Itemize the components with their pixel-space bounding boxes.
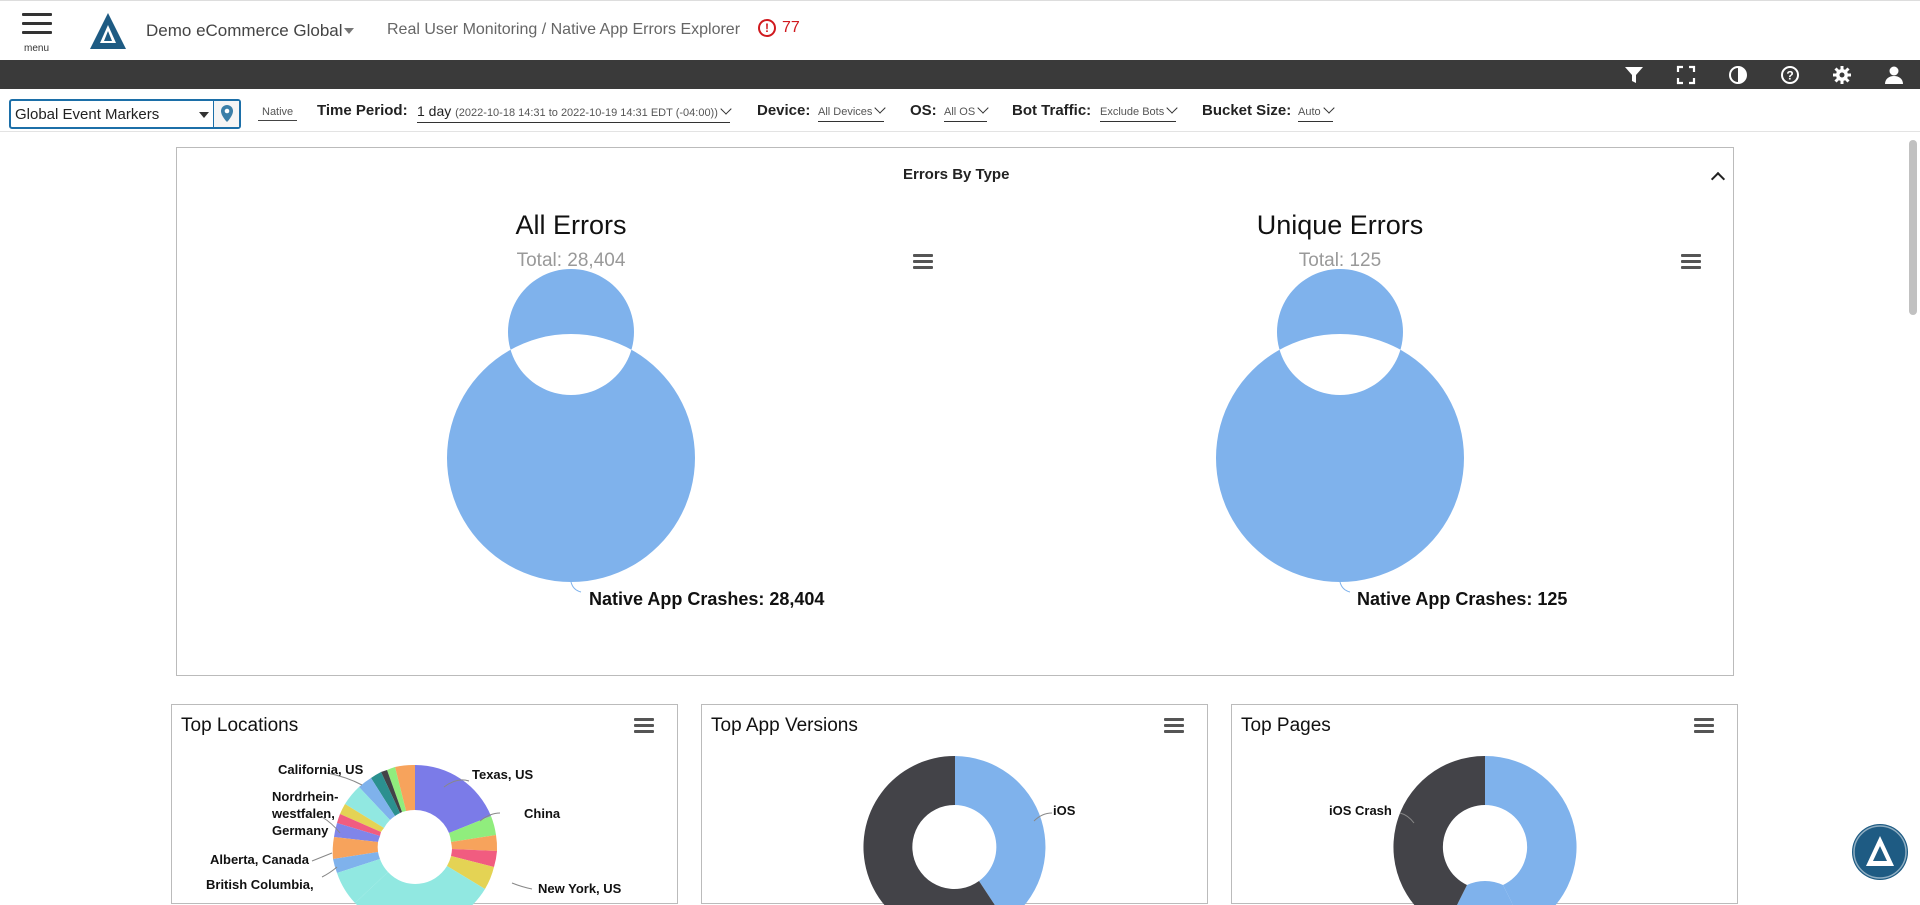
donut-label-connector (1339, 581, 1351, 593)
location-label-nordrhein-3: Germany (272, 823, 329, 838)
alerts-badge[interactable]: ! 77 (758, 19, 800, 37)
toolbar: ? (0, 60, 1920, 89)
assistant-logo-icon (1853, 825, 1907, 879)
chevron-down-icon (1166, 102, 1178, 114)
alert-count: 77 (782, 19, 800, 36)
app-logo[interactable] (86, 11, 130, 51)
errors-by-type-panel: Errors By Type All Errors Total: 28,404 … (176, 147, 1734, 676)
unique-errors-slice-label: Native App Crashes: 125 (1357, 589, 1568, 609)
svg-text:?: ? (1786, 69, 1793, 83)
top-locations-donut[interactable] (172, 705, 679, 905)
event-markers-select[interactable]: Global Event Markers (9, 99, 241, 129)
filter-icon[interactable] (1624, 65, 1644, 85)
location-label-china: China (524, 806, 561, 821)
top-pages-panel: Top Pages iOS Crash (1231, 704, 1739, 905)
chevron-down-icon (874, 102, 887, 114)
device-select[interactable]: All Devices (818, 102, 887, 122)
chevron-down-icon (199, 112, 209, 118)
alert-icon: ! (758, 19, 776, 37)
menu-button[interactable]: menu (20, 13, 56, 54)
event-markers-value: Global Event Markers (15, 106, 160, 123)
breadcrumb: Real User Monitoring / Native App Errors… (387, 21, 741, 38)
map-pin-icon (221, 105, 233, 122)
bucket-size-label: Bucket Size: (1202, 102, 1292, 119)
bucket-size-select[interactable]: Auto (1298, 102, 1335, 122)
unique-errors-donut[interactable] (1215, 269, 1464, 593)
all-errors-slice-label: Native App Crashes: 28,404 (589, 589, 825, 609)
location-label-new-york: New York, US (538, 881, 622, 896)
time-period-value: 1 day (417, 103, 452, 119)
location-label-nordrhein: Nordrhein- (272, 789, 339, 804)
map-pin-button[interactable] (213, 101, 239, 127)
filter-bar: Global Event Markers Native Time Period:… (0, 94, 1920, 132)
all-errors-donut[interactable] (446, 269, 695, 593)
floating-assistant-button[interactable] (1852, 824, 1908, 880)
bucket-size-value: Auto (1298, 106, 1321, 118)
user-icon[interactable] (1884, 65, 1904, 85)
chevron-down-icon[interactable] (344, 28, 354, 34)
location-label-alberta: Alberta, Canada (210, 852, 309, 867)
help-icon[interactable]: ? (1780, 65, 1800, 85)
scrollbar-thumb[interactable] (1909, 140, 1917, 315)
location-label-nordrhein-2: westfalen, (272, 806, 335, 821)
chevron-down-icon (720, 103, 732, 115)
bot-traffic-value: Exclude Bots (1100, 106, 1165, 118)
app-header: menu Demo eCommerce Global Real User Mon… (0, 0, 1920, 60)
app-version-label-ios: iOS (1053, 803, 1076, 818)
device-value: All Devices (818, 106, 873, 118)
time-period-label: Time Period: (317, 102, 408, 119)
os-select[interactable]: All OS (944, 102, 989, 122)
time-period-range: (2022-10-18 14:31 to 2022-10-19 14:31 ED… (455, 107, 718, 119)
gear-icon[interactable] (1832, 65, 1852, 85)
time-period-select[interactable]: 1 day (2022-10-18 14:31 to 2022-10-19 14… (417, 103, 732, 123)
top-app-versions-panel: Top App Versions iOS (701, 704, 1209, 905)
bot-traffic-select[interactable]: Exclude Bots (1100, 102, 1178, 122)
donut-slice-native-app-crashes[interactable] (446, 269, 695, 582)
chevron-down-icon (1322, 102, 1335, 114)
device-label: Device: (757, 102, 811, 119)
menu-label: menu (24, 43, 50, 54)
os-label: OS: (910, 102, 937, 119)
top-locations-panel: Top Locations California, US Texas, US N… (171, 704, 679, 905)
location-label-california: California, US (278, 762, 364, 777)
contrast-icon[interactable] (1728, 65, 1748, 85)
page-label-ios-crash: iOS Crash (1329, 803, 1392, 818)
fullscreen-icon[interactable] (1676, 65, 1696, 85)
chevron-down-icon (977, 102, 989, 114)
donut-slice-native-app-crashes[interactable] (1215, 269, 1464, 582)
top-app-versions-donut[interactable] (702, 705, 1209, 905)
platform-native[interactable]: Native (258, 104, 298, 121)
location-label-texas: Texas, US (472, 767, 534, 782)
top-pages-donut[interactable] (1232, 705, 1739, 905)
org-name[interactable]: Demo eCommerce Global (146, 21, 343, 41)
location-label-british-columbia: British Columbia, (206, 877, 314, 892)
bot-traffic-label: Bot Traffic: (1012, 102, 1092, 119)
os-value: All OS (944, 106, 976, 118)
donut-label-connector (570, 581, 582, 593)
